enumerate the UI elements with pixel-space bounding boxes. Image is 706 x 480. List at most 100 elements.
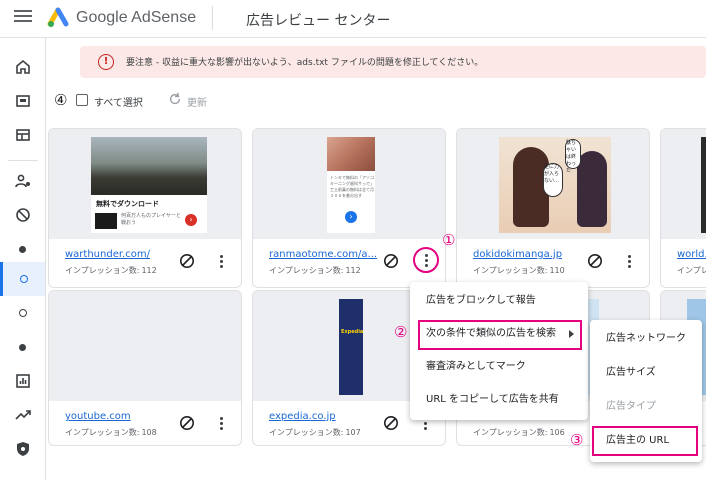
sidebar-item-sub3[interactable] <box>0 296 45 330</box>
step-1-marker: ① <box>442 231 456 249</box>
sidebar-item-policy[interactable] <box>0 432 45 466</box>
speech-bubble: 駄ちゃいは終わった <box>565 139 581 174</box>
ad-preview: 無料でダウンロード 何百万人ものプレイヤーと戦おう › <box>49 129 241 239</box>
ad-card[interactable]: 足に力が入らない… 駄ちゃいは終わった dokidokimanga.jp インプ… <box>456 128 650 288</box>
menu-item-copy-url-share[interactable]: URL をコピーして広告を共有 <box>410 385 588 415</box>
impressions-label: インプレッション数: <box>65 266 140 275</box>
sidebar-item-optimization[interactable] <box>0 398 45 432</box>
menu-item-mark-reviewed[interactable]: 審査済みとしてマーク <box>410 352 588 382</box>
step-4-marker: ④ <box>54 91 68 109</box>
impressions-text: インプレッション数: 110 <box>473 265 565 276</box>
ad-domain-link[interactable]: youtube.com <box>65 411 131 422</box>
ad-card[interactable]: 無料でダウンロード 何百万人ものプレイヤーと戦おう › warthunder.c… <box>48 128 242 288</box>
more-vert-icon[interactable] <box>619 251 639 271</box>
page-title: 広告レビュー センター <box>246 13 391 29</box>
brand-name: Google AdSense <box>76 9 197 26</box>
select-all-checkbox[interactable] <box>76 94 88 106</box>
block-icon <box>15 208 30 222</box>
impressions-value: 110 <box>549 266 565 275</box>
ad-creative[interactable]: トンキで無料の「アソコキーニング歯科サっで」工土前乗の無料は全て月２０６を着分出… <box>327 137 375 233</box>
impressions-label: インプレッション数: <box>269 266 344 275</box>
sidebar-item-privacy[interactable] <box>0 164 45 198</box>
ad-context-menu: 広告をブロックして報告 次の条件で類似の広告を検索 審査済みとしてマーク URL… <box>410 282 588 420</box>
submenu-item-ad-size[interactable]: 広告サイズ <box>590 358 702 388</box>
person-settings-icon <box>14 174 30 188</box>
ad-domain-link[interactable]: world. <box>677 249 706 260</box>
sidebar-item-sub4[interactable] <box>0 330 45 364</box>
character-right <box>577 151 607 227</box>
ad-go-button[interactable]: › <box>345 211 357 223</box>
block-ad-icon[interactable] <box>179 415 195 431</box>
ad-go-button[interactable]: › <box>185 214 197 226</box>
submenu-item-ad-network[interactable]: 広告ネットワーク <box>590 324 702 354</box>
ads-txt-warning-banner: ! 要注意 - 収益に重大な影響が出ないよう、ads.txt ファイルの問題を修… <box>80 46 706 78</box>
more-vert-icon[interactable] <box>413 247 439 273</box>
impressions-value: 107 <box>345 428 361 437</box>
block-ad-icon[interactable] <box>383 415 399 431</box>
sidebar-item-sites[interactable] <box>0 118 45 152</box>
more-vert-icon[interactable] <box>211 413 231 433</box>
ad-description: トンキで無料の「アソコキーニング歯科サっで」工土前乗の無料は全て月２０６を着分出… <box>330 175 374 198</box>
ad-creative[interactable]: Expedia <box>339 299 363 395</box>
bar-chart-icon <box>15 374 30 388</box>
speech-bubble: 足に力が入らない… <box>543 163 563 197</box>
web-icon <box>15 129 30 141</box>
menu-item-block-and-report[interactable]: 広告をブロックして報告 <box>410 286 588 316</box>
menu-icon[interactable] <box>14 10 32 24</box>
block-ad-icon[interactable] <box>179 253 195 269</box>
dot-icon <box>19 245 26 253</box>
ad-preview <box>49 291 241 401</box>
ad-domain-link[interactable]: warthunder.com/ <box>65 249 150 260</box>
ad-preview: トンキで無料の「アソコキーニング歯科サっで」工土前乗の無料は全て月２０６を着分出… <box>253 129 445 239</box>
sidebar-item-home[interactable] <box>0 50 45 84</box>
dot-icon <box>19 343 26 351</box>
block-ad-icon[interactable] <box>383 253 399 269</box>
adsense-app: Google AdSense 広告レビュー センター ! 要注意 - 収益に重大… <box>0 0 706 480</box>
sidebar-item-ads[interactable] <box>0 84 45 118</box>
impressions-label: インプレッション数: <box>65 428 140 437</box>
ad-image <box>91 137 207 195</box>
ad-description: 何百万人ものプレイヤーと戦おう <box>121 213 181 226</box>
submenu-item-ad-type: 広告タイプ <box>606 401 656 412</box>
impressions-text: インプレッション数: 106 <box>473 427 565 438</box>
sidebar-item-sub1[interactable] <box>0 232 45 266</box>
step-2-marker: ② <box>394 323 408 341</box>
ad-preview: 足に力が入らない… 駄ちゃいは終わった <box>457 129 649 239</box>
more-vert-icon[interactable] <box>211 251 231 271</box>
top-bar: Google AdSense 広告レビュー センター <box>0 0 706 38</box>
shield-icon <box>16 442 29 456</box>
sidebar-item-reports[interactable] <box>0 364 45 398</box>
ad-creative[interactable]: 足に力が入らない… 駄ちゃいは終わった <box>499 137 611 233</box>
impressions-text: インプレッション数: 112 <box>269 265 361 276</box>
refresh-label[interactable]: 更新 <box>187 94 207 109</box>
sidebar-item-blocking[interactable] <box>0 198 45 232</box>
ad-unit-icon <box>15 95 30 107</box>
impressions-label: インプレッション数: <box>473 266 548 275</box>
block-ad-icon[interactable] <box>587 253 603 269</box>
ad-domain-link[interactable]: ranmaotome.com/a... <box>269 249 377 260</box>
ad-creative[interactable] <box>701 137 706 233</box>
ad-preview <box>661 129 706 239</box>
ad-creative[interactable]: 無料でダウンロード 何百万人ものプレイヤーと戦おう › <box>91 137 207 233</box>
ad-domain-link[interactable]: expedia.co.jp <box>269 411 336 422</box>
impressions-label: インプレッション数: <box>473 428 548 437</box>
highlight-advertiser-url <box>592 426 698 456</box>
adsense-logo <box>47 7 69 27</box>
sidebar-item-ad-review[interactable] <box>0 262 45 296</box>
impressions-label: インプレッション数: <box>677 266 706 275</box>
impressions-text: インプレッション数: 112 <box>65 265 157 276</box>
ad-card[interactable]: youtube.com インプレッション数: 108 <box>48 290 242 446</box>
ad-domain-link[interactable]: dokidokimanga.jp <box>473 249 562 260</box>
ring-icon <box>20 275 28 283</box>
ad-card[interactable]: トンキで無料の「アソコキーニング歯科サっで」工土前乗の無料は全て月２０６を着分出… <box>252 128 446 288</box>
banner-message: 要注意 - 収益に重大な影響が出ないよう、ads.txt ファイルの問題を修正し… <box>126 58 484 68</box>
ad-brand: Expedia <box>341 329 364 335</box>
trending-up-icon <box>14 410 31 420</box>
impressions-label: インプレッション数: <box>269 428 344 437</box>
game-logo <box>95 213 117 229</box>
select-all-label[interactable]: すべて選択 <box>94 94 143 109</box>
refresh-icon[interactable] <box>168 92 182 106</box>
similar-ads-submenu: 広告ネットワーク 広告サイズ 広告タイプ 広告主の URL <box>590 320 702 462</box>
impressions-text: インプレッション数: <box>677 265 706 276</box>
ad-card[interactable]: world. インプレッション数: <box>660 128 706 288</box>
